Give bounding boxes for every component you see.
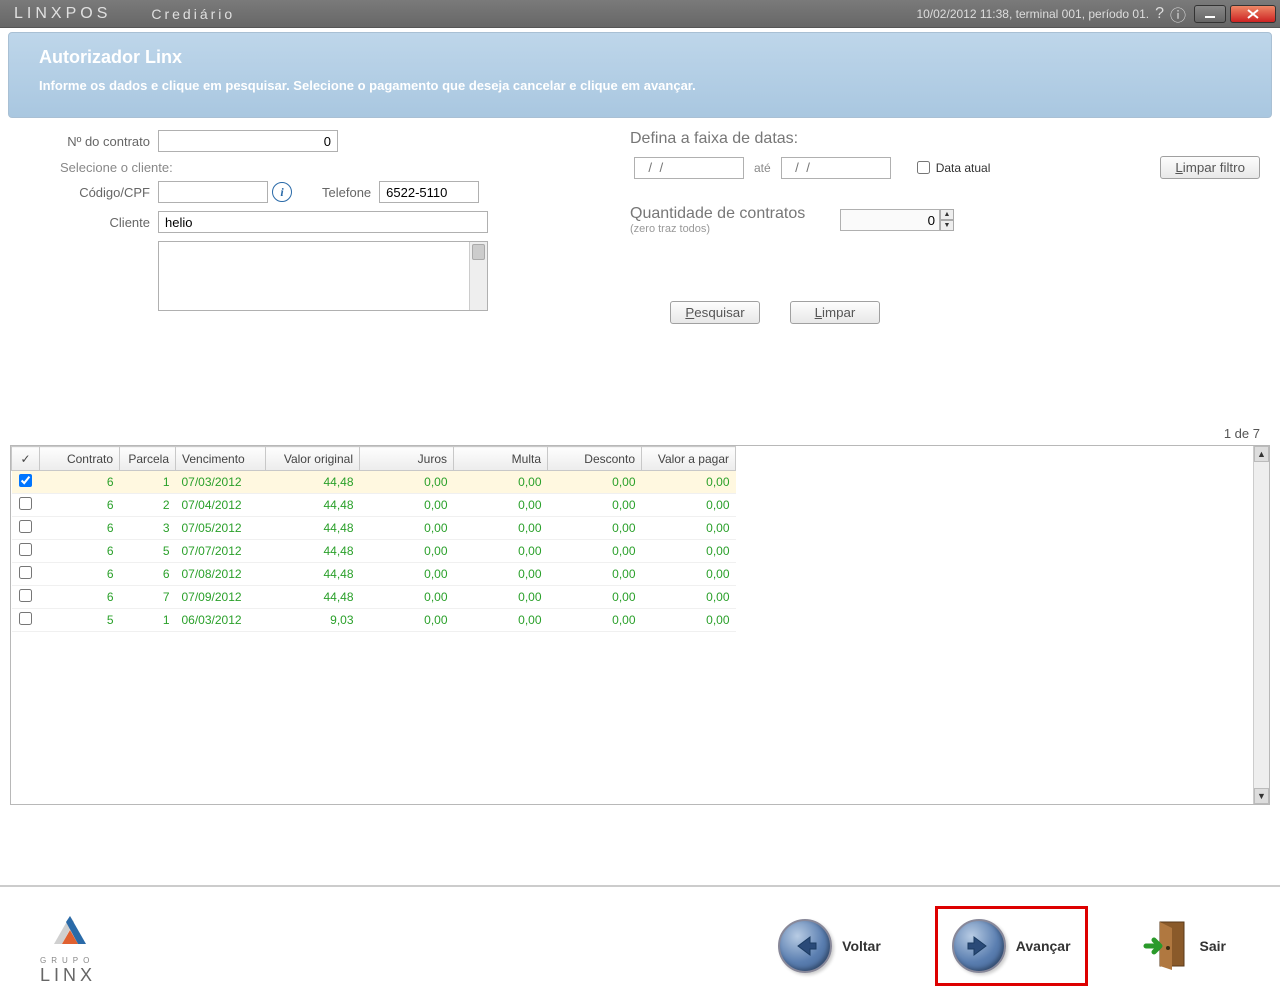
table-row[interactable]: 6207/04/201244,480,000,000,000,00 — [12, 494, 736, 517]
table-row[interactable]: 5106/03/20129,030,000,000,000,00 — [12, 609, 736, 632]
row-checkbox[interactable] — [19, 612, 32, 625]
back-label: Voltar — [842, 938, 881, 954]
titlebar: LINXPOS Crediário 10/02/2012 11:38, term… — [0, 0, 1280, 28]
pager-text: 1 de 7 — [0, 424, 1280, 445]
row-checkbox[interactable] — [19, 543, 32, 556]
table-row[interactable]: 6107/03/201244,480,000,000,000,00 — [12, 471, 736, 494]
client-input[interactable] — [158, 211, 488, 233]
current-date-checkbox[interactable] — [917, 161, 930, 174]
qty-input[interactable] — [840, 209, 940, 231]
row-checkbox[interactable] — [19, 520, 32, 533]
date-section-label: Defina a faixa de datas: — [630, 130, 1260, 148]
banner: Autorizador Linx Informe os dados e cliq… — [8, 32, 1272, 118]
grid-scroll-up[interactable]: ▲ — [1254, 446, 1269, 462]
grid-scroll-down[interactable]: ▼ — [1254, 788, 1269, 804]
table-row[interactable]: 6507/07/201244,480,000,000,000,00 — [12, 540, 736, 563]
exit-label: Sair — [1200, 938, 1226, 954]
module-name: Crediário — [151, 6, 235, 22]
current-date-label: Data atual — [936, 161, 991, 175]
arrow-right-icon — [952, 919, 1006, 973]
table-row[interactable]: 6707/09/201244,480,000,000,000,00 — [12, 586, 736, 609]
grid: ✓ Contrato Parcela Vencimento Valor orig… — [10, 445, 1270, 805]
banner-subtitle: Informe os dados e clique em pesquisar. … — [39, 78, 1241, 93]
qty-spin-down[interactable]: ▼ — [940, 220, 954, 231]
phone-input[interactable] — [379, 181, 479, 203]
info-icon[interactable]: ⓘ — [1170, 2, 1186, 26]
company-logo: GRUPO LINX — [40, 906, 150, 986]
date-to-input[interactable] — [781, 157, 891, 179]
qty-spin-up[interactable]: ▲ — [940, 209, 954, 220]
table-row[interactable]: 6307/05/201244,480,000,000,000,00 — [12, 517, 736, 540]
footer: GRUPO LINX Voltar Avançar — [0, 885, 1280, 1005]
qty-label: Quantidade de contratos — [630, 205, 830, 223]
status-text: 10/02/2012 11:38, terminal 001, período … — [916, 7, 1149, 21]
exit-door-icon — [1142, 918, 1190, 974]
col-juros[interactable]: Juros — [360, 447, 454, 471]
col-multa[interactable]: Multa — [454, 447, 548, 471]
col-valor-original[interactable]: Valor original — [266, 447, 360, 471]
grid-scrollbar[interactable]: ▲ ▼ — [1253, 446, 1269, 804]
row-checkbox[interactable] — [19, 566, 32, 579]
search-button[interactable]: Pesquisar — [670, 301, 760, 324]
qty-sublabel: (zero traz todos) — [630, 223, 830, 235]
clear-filter-button[interactable]: Limpar filtro — [1160, 156, 1260, 179]
listbox-scrollbar[interactable] — [469, 242, 487, 310]
clear-button[interactable]: Limpar — [790, 301, 880, 324]
back-button[interactable]: Voltar — [764, 909, 895, 983]
select-client-label: Selecione o cliente: — [60, 160, 590, 175]
table-row[interactable]: 6607/08/201244,480,000,000,000,00 — [12, 563, 736, 586]
arrow-left-icon — [778, 919, 832, 973]
row-checkbox[interactable] — [19, 589, 32, 602]
phone-label: Telefone — [322, 185, 371, 200]
code-input[interactable] — [158, 181, 268, 203]
client-info-icon[interactable]: i — [272, 182, 292, 202]
col-valor-pagar[interactable]: Valor a pagar — [642, 447, 736, 471]
col-contrato[interactable]: Contrato — [40, 447, 120, 471]
contract-label: Nº do contrato — [30, 134, 150, 149]
col-vencimento[interactable]: Vencimento — [176, 447, 266, 471]
ate-label: até — [754, 161, 771, 175]
row-checkbox[interactable] — [19, 497, 32, 510]
exit-button[interactable]: Sair — [1128, 908, 1240, 984]
app-brand: LINXPOS — [14, 5, 111, 23]
logo-text-bottom: LINX — [40, 965, 150, 986]
client-label: Cliente — [30, 215, 150, 230]
help-icon[interactable]: ? — [1155, 5, 1164, 23]
minimize-button[interactable] — [1194, 5, 1226, 23]
banner-title: Autorizador Linx — [39, 47, 1241, 68]
close-button[interactable] — [1230, 5, 1276, 23]
clear-filter-text: impar filtro — [1183, 160, 1245, 175]
col-desconto[interactable]: Desconto — [548, 447, 642, 471]
contract-input[interactable] — [158, 130, 338, 152]
col-check[interactable]: ✓ — [12, 447, 40, 471]
logo-text-top: GRUPO — [40, 956, 150, 965]
next-label: Avançar — [1016, 938, 1071, 954]
code-label: Código/CPF — [30, 185, 150, 200]
row-checkbox[interactable] — [19, 474, 32, 487]
client-listbox[interactable] — [158, 241, 488, 311]
date-from-input[interactable] — [634, 157, 744, 179]
next-button[interactable]: Avançar — [935, 906, 1088, 986]
col-parcela[interactable]: Parcela — [120, 447, 176, 471]
